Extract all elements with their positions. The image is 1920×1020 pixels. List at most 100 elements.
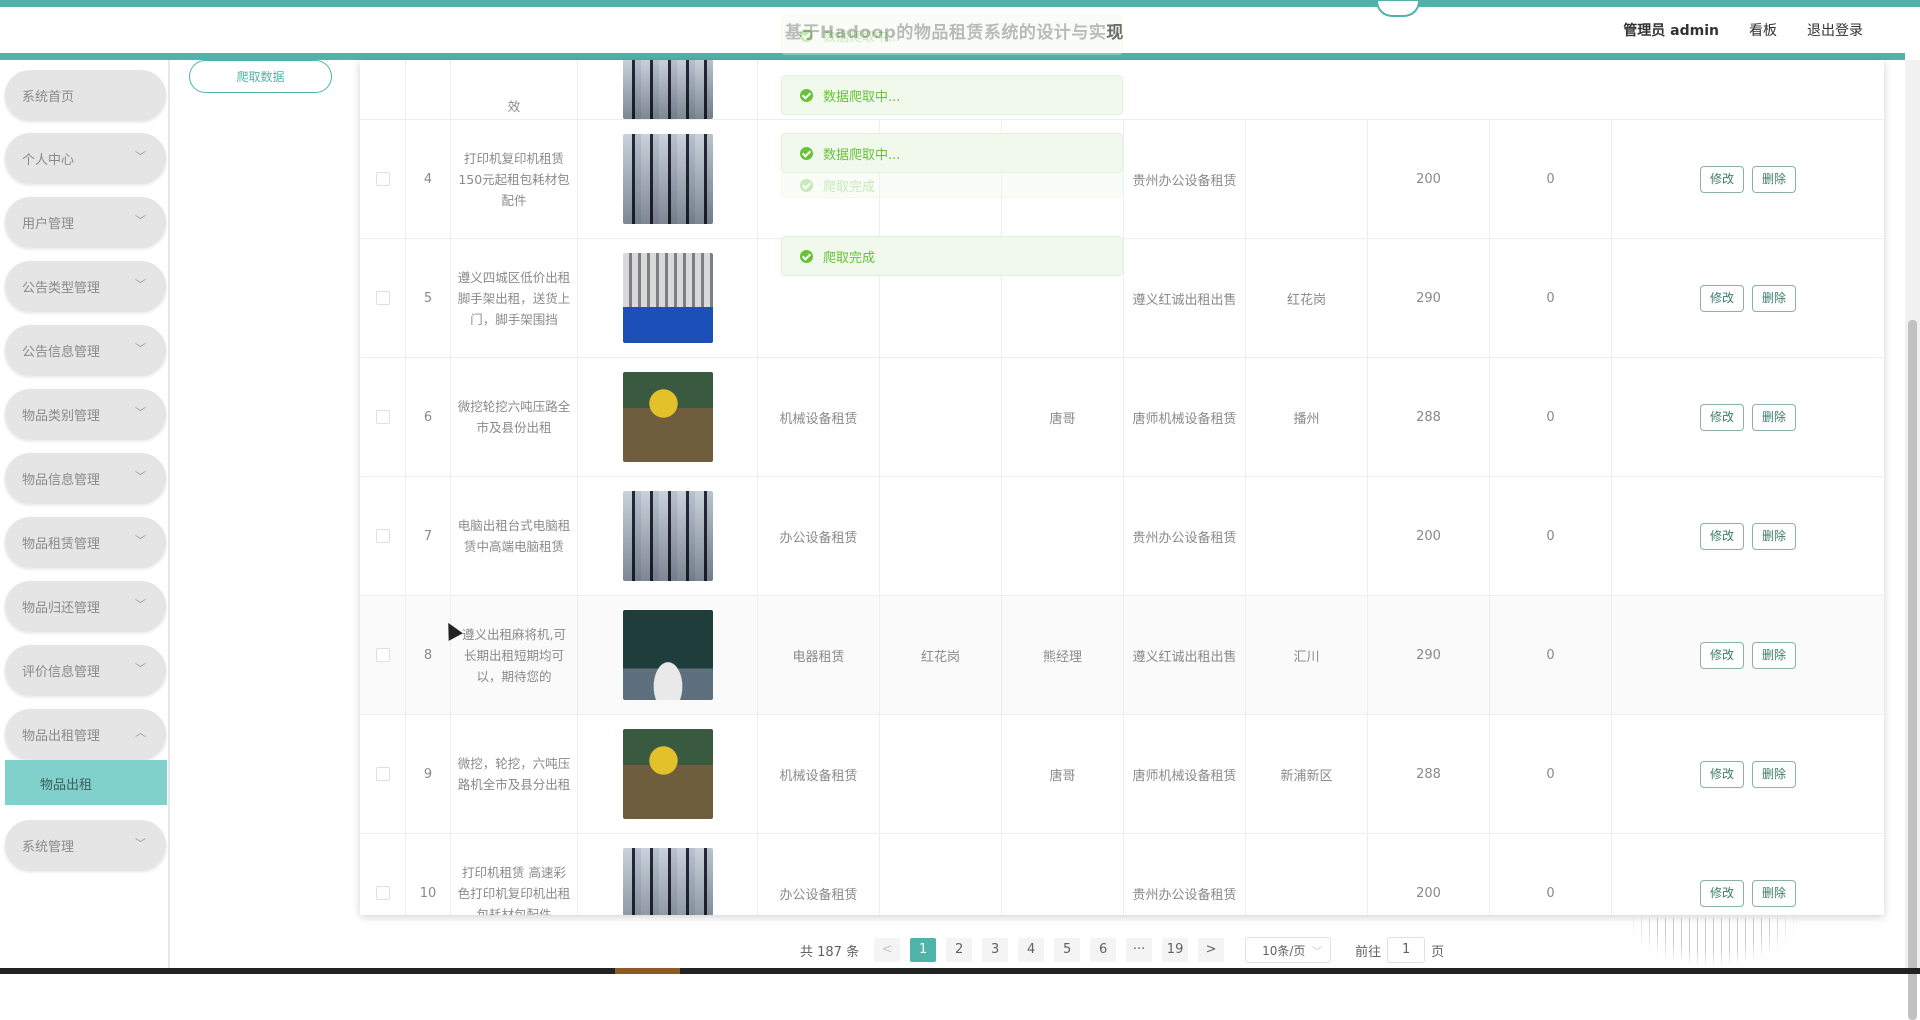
cell-area: 红花岗 [880,596,1002,714]
table-row: 9 微挖，轮挖，六吨压路机全市及县分出租 机械设备租赁 唐哥 唐师机械设备租赁 新浦新区 2… [360,715,1884,834]
sidebar-item-system[interactable]: 系统管理 ﹀ [5,820,166,870]
cell-price: 290 [1368,596,1490,714]
dashboard-link[interactable]: 看板 [1749,20,1777,40]
goto-page: 前往 1 页 [1355,937,1444,963]
delete-button[interactable]: 删除 [1752,879,1797,907]
office-printer-image [622,134,713,224]
toast-message: 爬取完成 [823,179,876,195]
cell-price: 288 [1368,358,1490,476]
row-checkbox[interactable] [375,410,390,424]
delete-button[interactable]: 删除 [1752,641,1797,669]
sidebar-item[interactable]: 物品信息管理 ﹀ [5,453,166,503]
page-button[interactable]: 3 [982,938,1009,962]
cell-district [1246,834,1368,915]
cell-shop: 遵义红诚出租出售 [1124,239,1246,357]
scrollbar-thumb[interactable] [1908,320,1917,1020]
edit-button[interactable]: 修改 [1699,641,1744,669]
edit-button[interactable]: 修改 [1699,284,1744,312]
sidebar-item[interactable]: 物品类别管理 ﹀ [5,389,166,439]
page-scrollbar[interactable] [1905,60,1920,1020]
crawl-data-button[interactable]: 爬取数据 [189,60,332,93]
sidebar-item[interactable]: 物品归还管理 ﹀ [5,581,166,631]
header-actions: 管理员 admin 看板 退出登录 [1623,20,1863,40]
cell-category: 电器租赁 [758,596,880,714]
cell-contact: 熊经理 [1002,596,1124,714]
page-size-select[interactable]: 10条/页 ﹀ [1245,937,1332,963]
chevron-icon: ﹀ [135,406,146,419]
toast-message: 数据爬取中... [823,147,901,163]
cell-count: 0 [1490,358,1612,476]
cell-contact [1002,834,1124,915]
row-checkbox[interactable] [375,767,390,781]
page-button[interactable]: 1 [910,938,937,962]
row-checkbox[interactable] [375,291,390,305]
excavator-image [622,372,713,462]
success-check-icon [800,88,813,102]
delete-button[interactable]: 删除 [1752,403,1797,431]
sidebar-item[interactable]: 用户管理 ﹀ [5,197,166,247]
sidebar-item[interactable]: 公告信息管理 ﹀ [5,325,166,375]
edit-button[interactable]: 修改 [1699,760,1744,788]
cell-shop: 遵义红诚出租出售 [1124,596,1246,714]
cell-shop: 贵州办公设备租赁 [1124,120,1246,238]
success-check-icon [800,178,813,192]
edit-button[interactable]: 修改 [1699,165,1744,193]
item-name: 微挖，轮挖，六吨压路机全市及县分出租 [451,715,578,833]
page-button[interactable]: 5 [1054,938,1081,962]
sidebar-item[interactable]: 物品出租管理 ︿ [5,709,166,759]
page-button[interactable]: 6 [1090,938,1117,962]
sidebar-item[interactable]: 评价信息管理 ﹀ [5,645,166,695]
delete-button[interactable]: 删除 [1752,284,1797,312]
cell-count: 0 [1490,239,1612,357]
delete-button[interactable]: 删除 [1752,522,1797,550]
cell-contact [1002,477,1124,595]
sidebar-item-label: 评价信息管理 [22,665,101,680]
cell-price: 200 [1368,120,1490,238]
row-checkbox[interactable] [375,886,390,900]
logout-link[interactable]: 退出登录 [1807,20,1863,40]
delete-button[interactable]: 删除 [1752,760,1797,788]
page-button[interactable]: ··· [1126,938,1153,962]
page-button[interactable]: 4 [1018,938,1045,962]
row-checkbox[interactable] [375,648,390,662]
sidebar-item[interactable]: 公告类型管理 ﹀ [5,261,166,311]
cell-area [880,715,1002,833]
cell-count: 0 [1490,834,1612,915]
sidebar-item-label: 物品出租管理 [22,729,101,744]
chevron-icon: ﹀ [135,598,146,611]
chevron-icon: ﹀ [135,470,146,483]
delete-button[interactable]: 删除 [1752,165,1797,193]
edit-button[interactable]: 修改 [1699,522,1744,550]
sidebar-item-label: 公告类型管理 [22,281,101,296]
edit-button[interactable]: 修改 [1699,403,1744,431]
success-check-icon [800,146,813,160]
chevron-down-icon: ﹀ [1312,946,1323,958]
chevron-icon: ﹀ [135,214,146,227]
cell-area [880,358,1002,476]
cell-count: 0 [1490,120,1612,238]
success-toast: 爬取完成 [781,172,1123,198]
cell-price: 288 [1368,715,1490,833]
sidebar-item[interactable]: 物品租赁管理 ﹀ [5,517,166,567]
page-button[interactable]: 2 [946,938,973,962]
sidebar-item[interactable]: 系统首页 [5,70,166,120]
page-button[interactable]: 19 [1162,938,1189,962]
edit-button[interactable]: 修改 [1699,879,1744,907]
next-page-button[interactable]: > [1198,938,1225,962]
cell-category: 机械设备租赁 [758,715,880,833]
row-checkbox[interactable] [375,172,390,186]
prev-page-button[interactable]: < [874,938,901,962]
cell-shop: 唐师机械设备租赁 [1124,358,1246,476]
item-name: 效 [451,60,578,119]
sidebar-item-label: 物品租赁管理 [22,537,101,552]
row-checkbox[interactable] [375,529,390,543]
cell-count: 0 [1490,715,1612,833]
row-index: 7 [406,477,451,595]
sidebar-subitem-item-rental[interactable]: 物品出租 [5,760,167,805]
cell-district: 播州 [1246,358,1368,476]
goto-suffix: 页 [1431,944,1445,960]
sidebar-item[interactable]: 个人中心 ﹀ [5,133,166,183]
sidebar-item-label: 个人中心 [22,153,75,168]
goto-page-input[interactable]: 1 [1387,937,1426,963]
chevron-icon: ﹀ [135,278,146,291]
